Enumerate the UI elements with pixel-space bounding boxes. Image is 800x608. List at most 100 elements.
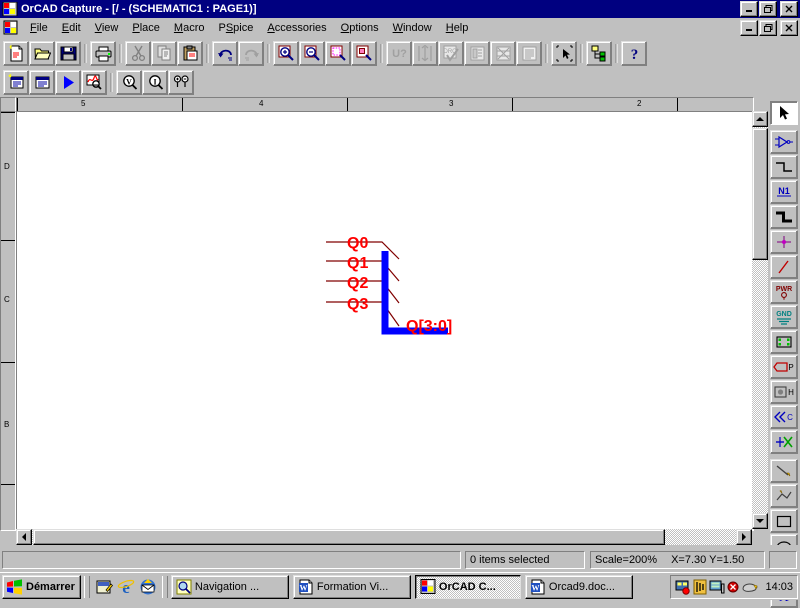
- new-simulation-icon[interactable]: [3, 70, 29, 95]
- menu-help[interactable]: Help: [439, 20, 476, 36]
- scroll-down-button[interactable]: [752, 513, 768, 529]
- menu-edit[interactable]: Edit: [55, 20, 88, 36]
- bom-icon[interactable]: [516, 41, 542, 66]
- horizontal-scroll-thumb[interactable]: [33, 529, 665, 545]
- start-button[interactable]: Démarrer: [2, 574, 81, 599]
- outlook-express-icon[interactable]: [137, 576, 159, 598]
- mdi-restore-button[interactable]: [759, 20, 777, 36]
- tasks-grip[interactable]: [161, 575, 168, 598]
- place-polyline-tool[interactable]: [770, 484, 798, 508]
- new-icon[interactable]: [3, 41, 29, 66]
- vertical-scrollbar[interactable]: [752, 111, 768, 529]
- place-rectangle-tool[interactable]: [770, 509, 798, 533]
- open-icon[interactable]: [29, 41, 55, 66]
- vertical-ruler: D C B: [0, 111, 16, 531]
- network-tray-icon: [709, 580, 725, 593]
- quicklaunch-grip[interactable]: [83, 575, 90, 598]
- task-formation[interactable]: W Formation Vi...: [292, 574, 411, 599]
- menu-options[interactable]: Options: [334, 20, 386, 36]
- place-line-tool[interactable]: [770, 459, 798, 483]
- annotate-icon[interactable]: U?: [386, 41, 412, 66]
- taskbar: Démarrer e Navigation ... W Formation Vi…: [0, 572, 800, 600]
- place-hier-pin-tool[interactable]: H: [770, 380, 798, 404]
- zoom-area-icon[interactable]: [325, 41, 351, 66]
- place-nc-tool[interactable]: [770, 430, 798, 454]
- copy-icon[interactable]: [151, 41, 177, 66]
- bus-label-q30[interactable]: Q[3:0]: [406, 319, 452, 335]
- edit-simulation-icon[interactable]: [29, 70, 55, 95]
- zoom-out-icon[interactable]: [299, 41, 325, 66]
- place-junction-tool[interactable]: [770, 230, 798, 254]
- backannotate-icon[interactable]: [412, 41, 438, 66]
- scroll-right-button[interactable]: [736, 529, 752, 545]
- menu-window[interactable]: Window: [386, 20, 439, 36]
- minimize-button[interactable]: [740, 1, 758, 17]
- redo-icon[interactable]: [238, 41, 264, 66]
- cut-icon[interactable]: [125, 41, 151, 66]
- crossref-icon[interactable]: [490, 41, 516, 66]
- current-marker-icon[interactable]: I: [142, 70, 168, 95]
- scroll-up-button[interactable]: [752, 111, 768, 127]
- place-hier-port-tool[interactable]: P: [770, 355, 798, 379]
- net-label-q3[interactable]: Q3: [347, 297, 368, 313]
- place-hier-block-tool[interactable]: [770, 330, 798, 354]
- zoom-in-icon[interactable]: [273, 41, 299, 66]
- voltage-marker-icon[interactable]: V: [116, 70, 142, 95]
- place-bus-entry-tool[interactable]: [770, 255, 798, 279]
- menu-pspice[interactable]: PSpice: [211, 20, 260, 36]
- internet-explorer-icon[interactable]: e: [115, 576, 137, 598]
- svg-text:I: I: [153, 78, 156, 87]
- close-button[interactable]: [780, 1, 798, 17]
- vertical-scroll-thumb[interactable]: [752, 128, 768, 260]
- show-desktop-icon[interactable]: [93, 576, 115, 598]
- task-orcad9-doc[interactable]: W Orcad9.doc...: [524, 574, 633, 599]
- mdi-minimize-button[interactable]: [740, 20, 758, 36]
- undo-icon[interactable]: [212, 41, 238, 66]
- netlist-icon[interactable]: [464, 41, 490, 66]
- ruler-label-v-1: C: [4, 295, 10, 304]
- ruler-label-h-0: 5: [81, 99, 86, 108]
- svg-text:V: V: [126, 78, 132, 87]
- net-label-q0[interactable]: Q0: [347, 236, 368, 252]
- menu-file[interactable]: File: [23, 20, 55, 36]
- schematic-canvas[interactable]: Q0 Q1 Q2 Q3 Q[3:0]: [16, 111, 754, 531]
- help-icon[interactable]: ?: [621, 41, 647, 66]
- project-manager-icon[interactable]: [586, 41, 612, 66]
- status-message: [2, 551, 461, 569]
- task-orcad-capture[interactable]: OrCAD C...: [414, 574, 521, 599]
- select-tool[interactable]: [770, 101, 798, 125]
- horizontal-scrollbar[interactable]: [16, 529, 752, 545]
- menu-place[interactable]: Place: [125, 20, 167, 36]
- menu-macro[interactable]: Macro: [167, 20, 212, 36]
- place-power-tool[interactable]: PWR: [770, 280, 798, 304]
- place-wire-tool[interactable]: [770, 155, 798, 179]
- place-offpage-tool[interactable]: C: [770, 405, 798, 429]
- net-label-q2[interactable]: Q2: [347, 276, 368, 292]
- net-label-q1[interactable]: Q1: [347, 256, 368, 272]
- svg-text:U?: U?: [392, 48, 407, 60]
- drc-icon[interactable]: DRC: [438, 41, 464, 66]
- menu-accessories[interactable]: Accessories: [260, 20, 333, 36]
- menu-view[interactable]: View: [88, 20, 126, 36]
- document-icon[interactable]: [3, 20, 19, 36]
- paste-icon[interactable]: [177, 41, 203, 66]
- mdi-close-button[interactable]: [780, 20, 798, 36]
- restore-button[interactable]: [759, 1, 777, 17]
- place-net-alias-tool[interactable]: N1: [770, 180, 798, 204]
- task-navigation[interactable]: Navigation ...: [170, 574, 289, 599]
- save-icon[interactable]: [55, 41, 81, 66]
- view-results-icon[interactable]: [81, 70, 107, 95]
- task-navigation-label: Navigation ...: [194, 580, 260, 593]
- diff-marker-icon[interactable]: [168, 70, 194, 95]
- scroll-left-button[interactable]: [16, 529, 32, 545]
- snap-icon[interactable]: [551, 41, 577, 66]
- place-part-tool[interactable]: [770, 130, 798, 154]
- place-ground-tool[interactable]: GND: [770, 305, 798, 329]
- run-icon[interactable]: [55, 70, 81, 95]
- status-scale-coords: Scale=200% X=7.30 Y=1.50: [590, 551, 765, 569]
- zoom-all-icon[interactable]: [351, 41, 377, 66]
- print-icon[interactable]: [90, 41, 116, 66]
- place-bus-tool[interactable]: [770, 205, 798, 229]
- schematic-page[interactable]: Q0 Q1 Q2 Q3 Q[3:0]: [17, 112, 753, 530]
- clock[interactable]: 14:03: [765, 581, 793, 593]
